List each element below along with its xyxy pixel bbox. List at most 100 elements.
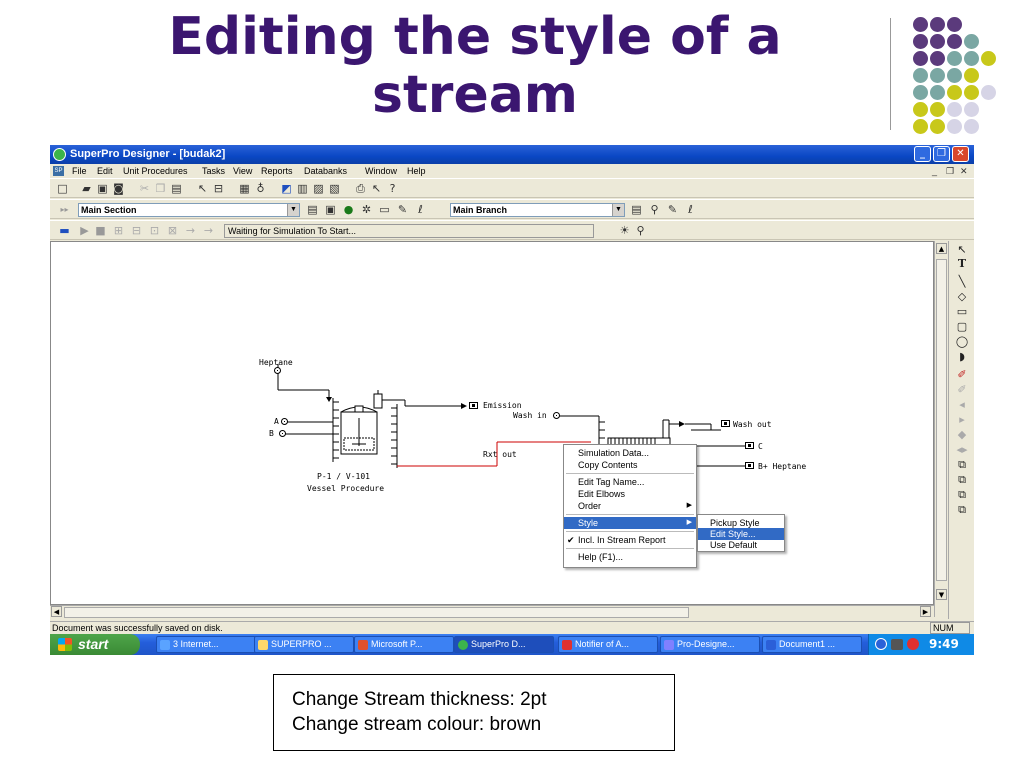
branch-ops-icon[interactable]: ⚲: [648, 203, 661, 216]
window-titlebar[interactable]: SuperPro Designer - [budak2] _ ❐ ✕: [50, 145, 974, 164]
branch-edit-icon[interactable]: ✎: [666, 203, 679, 216]
play-icon[interactable]: ▶: [78, 224, 91, 237]
context-help-icon[interactable]: ↖: [370, 182, 383, 195]
task-superpro-folder[interactable]: SUPERPRO ...: [254, 636, 354, 653]
chart-icon[interactable]: ▨: [312, 182, 325, 195]
doc-minimize-button[interactable]: _: [932, 164, 937, 178]
bring-forward-icon[interactable]: ⧉: [953, 488, 971, 502]
paste-icon[interactable]: ▤: [170, 182, 183, 195]
menu-tasks[interactable]: Tasks: [202, 164, 225, 178]
ellipse-tool-icon[interactable]: ◯: [953, 335, 971, 349]
stream-table-icon[interactable]: ◩: [280, 182, 293, 195]
menu-edit[interactable]: Edit: [97, 164, 113, 178]
rxt-out-label[interactable]: Rxt out: [483, 450, 517, 459]
bring-front-icon[interactable]: ⧉: [953, 458, 971, 472]
scroll-left-icon[interactable]: ◀: [51, 606, 62, 617]
wash-out-tag[interactable]: [721, 420, 730, 427]
menu-help[interactable]: Help: [407, 164, 426, 178]
text-tool-icon[interactable]: T: [953, 257, 971, 271]
start-button[interactable]: start: [50, 634, 140, 655]
operations-icon[interactable]: ♁: [254, 182, 267, 195]
menu-edit-elbows[interactable]: Edit Elbows: [564, 488, 696, 500]
input-a-port[interactable]: [281, 418, 288, 425]
menu-copy-contents[interactable]: Copy Contents: [564, 459, 696, 471]
menu-incl-stream-report[interactable]: ✔ Incl. In Stream Report: [564, 534, 696, 546]
tray-back-icon[interactable]: [875, 638, 887, 650]
new-file-icon[interactable]: □: [56, 182, 69, 195]
rounded-rect-tool-icon[interactable]: ▢: [953, 320, 971, 334]
b-heptane-tag[interactable]: [745, 462, 754, 469]
scroll-up-icon[interactable]: ▲: [936, 243, 947, 254]
report-icon[interactable]: ▥: [296, 182, 309, 195]
menu-use-default[interactable]: Use Default: [698, 539, 784, 551]
branch-data-icon[interactable]: ▤: [630, 203, 643, 216]
connect-icon[interactable]: ⊟: [212, 182, 225, 195]
section-edit-icon[interactable]: ▭: [378, 203, 391, 216]
color-picker-icon[interactable]: ✐: [953, 368, 971, 382]
distribute-icon[interactable]: ◂▸: [953, 443, 971, 457]
section-rename-icon[interactable]: ℓ: [414, 203, 427, 216]
flowsheet-canvas[interactable]: Heptane A B Emission Wash in Rxt out Was…: [50, 241, 934, 605]
line-tool-icon[interactable]: ╲: [953, 275, 971, 289]
step-icon[interactable]: ⊞: [112, 224, 125, 237]
menu-order[interactable]: Order ▶: [564, 500, 696, 512]
step-back-icon[interactable]: ⊟: [130, 224, 143, 237]
scroll-down-icon[interactable]: ▼: [936, 589, 947, 600]
branch-select[interactable]: Main Branch ▼: [450, 203, 625, 217]
calculator-icon[interactable]: ▬: [58, 224, 71, 237]
arc-tool-icon[interactable]: ◗: [953, 350, 971, 364]
chevron-down-icon[interactable]: ▼: [287, 204, 299, 216]
heptane-port[interactable]: [274, 367, 281, 374]
menu-simulation-data[interactable]: Simulation Data...: [564, 447, 696, 459]
pointer-icon[interactable]: ↖: [196, 182, 209, 195]
scroll-right-icon[interactable]: ▶: [920, 606, 931, 617]
select-arrow-icon[interactable]: ↖: [953, 243, 971, 257]
help-icon[interactable]: ?: [386, 182, 399, 195]
doc-close-button[interactable]: ✕: [960, 164, 968, 178]
align-left-icon[interactable]: ◂: [953, 398, 971, 412]
open-folder-icon[interactable]: ▰: [80, 182, 93, 195]
maximize-button[interactable]: ❐: [933, 146, 950, 162]
task-superpro-designer[interactable]: SuperPro D...: [454, 636, 554, 653]
menu-unit-procedures[interactable]: Unit Procedures: [123, 164, 188, 178]
doc-restore-button[interactable]: ❐: [946, 164, 954, 178]
cut-icon[interactable]: ✂: [138, 182, 151, 195]
vertical-scrollbar[interactable]: ▲ ▼: [934, 241, 948, 617]
polygon-tool-icon[interactable]: ◇: [953, 290, 971, 304]
minimize-button[interactable]: _: [914, 146, 931, 162]
c-tag[interactable]: [745, 442, 754, 449]
task-pro-designer[interactable]: Pro-Designe...: [660, 636, 760, 653]
close-button[interactable]: ✕: [952, 146, 969, 162]
task-notifier[interactable]: Notifier of A...: [558, 636, 658, 653]
step-out-icon[interactable]: →: [184, 224, 197, 237]
section-ops-icon[interactable]: ✲: [360, 203, 373, 216]
section-data-icon[interactable]: ▤: [306, 203, 319, 216]
menu-style[interactable]: Style ▶: [564, 517, 696, 529]
rectangle-tool-icon[interactable]: ▭: [953, 305, 971, 319]
tray-network-icon[interactable]: [891, 639, 903, 650]
section-style-icon[interactable]: ✎: [396, 203, 409, 216]
tray-notifier-icon[interactable]: [907, 638, 919, 650]
section-props-icon[interactable]: ▣: [324, 203, 337, 216]
horizontal-scroll-thumb[interactable]: [64, 607, 689, 618]
section-run-icon[interactable]: ●: [342, 203, 355, 216]
menu-databanks[interactable]: Databanks: [304, 164, 347, 178]
menu-window[interactable]: Window: [365, 164, 397, 178]
grid-icon[interactable]: ▦: [238, 182, 251, 195]
task-internet[interactable]: 3 Internet...: [156, 636, 256, 653]
save-all-icon[interactable]: ◙: [112, 182, 125, 195]
chevron-down-icon[interactable]: ▼: [612, 204, 624, 216]
align-center-icon[interactable]: ◆: [953, 428, 971, 442]
horizontal-scrollbar[interactable]: ◀ ▶: [50, 605, 934, 619]
emission-tag[interactable]: [469, 402, 478, 409]
branch-rename-icon[interactable]: ℓ: [684, 203, 697, 216]
menu-edit-tag-name[interactable]: Edit Tag Name...: [564, 476, 696, 488]
step-into-icon[interactable]: ⊠: [166, 224, 179, 237]
section-select[interactable]: Main Section ▼: [78, 203, 300, 217]
run-to-icon[interactable]: →: [202, 224, 215, 237]
document-icon[interactable]: SP: [53, 166, 64, 176]
menu-help-f1[interactable]: Help (F1)...: [564, 551, 696, 563]
align-right-icon[interactable]: ▸: [953, 413, 971, 427]
copy-icon[interactable]: ❐: [154, 182, 167, 195]
scroll-thumb[interactable]: [936, 259, 947, 581]
